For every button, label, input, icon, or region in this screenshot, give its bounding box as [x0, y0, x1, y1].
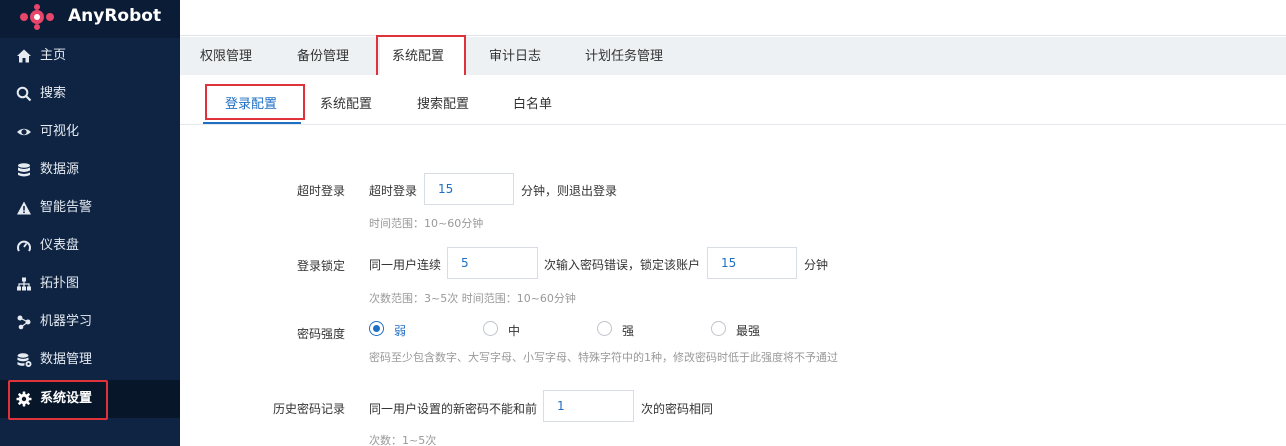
app-name: AnyRobot — [68, 6, 162, 26]
logo[interactable]: AnyRobot — [0, 0, 180, 38]
sidebar-item-datasource[interactable]: 数据源 — [0, 152, 180, 188]
topology-icon — [17, 277, 31, 291]
lock-prefix: 同一用户连续 — [369, 258, 442, 272]
radio-weak-label: 弱 — [394, 324, 407, 338]
sidebar-item-machine-learning[interactable]: 机器学习 — [0, 304, 180, 340]
machine-learning-icon — [17, 315, 31, 330]
strength-hint: 密码至少包含数字、大写字母、小写字母、特殊字符中的1种，修改密码时低于此强度将不… — [369, 351, 838, 364]
sub-tabs: 登录配置 系统配置 搜索配置 白名单 — [180, 75, 1286, 125]
highlight-box-sidebar — [8, 380, 108, 420]
tab-scheduled-tasks[interactable]: 计划任务管理 — [585, 37, 663, 75]
sidebar-item-visualization[interactable]: 可视化 — [0, 114, 180, 150]
search-icon — [16, 86, 32, 102]
top-header — [180, 0, 1286, 36]
sidebar-item-dashboard[interactable]: 仪表盘 — [0, 228, 180, 264]
sidebar-item-label: 数据管理 — [40, 352, 93, 367]
history-count-input[interactable]: 1 — [543, 390, 634, 422]
main-tabs: 权限管理 备份管理 系统配置 审计日志 计划任务管理 — [180, 37, 1286, 75]
eye-icon — [17, 128, 31, 136]
sidebar-item-label: 主页 — [40, 48, 67, 63]
radio-weak[interactable] — [369, 321, 384, 336]
sidebar-item-label: 智能告警 — [40, 200, 93, 215]
subtab-whitelist[interactable]: 白名单 — [513, 93, 552, 112]
active-subtab-indicator — [203, 122, 301, 124]
lock-hint: 次数范围：3~5次 时间范围：10~60分钟 — [369, 292, 576, 305]
home-icon — [17, 49, 31, 63]
lock-suffix: 分钟 — [804, 258, 829, 272]
warning-icon — [17, 201, 31, 215]
timeout-hint: 时间范围：10~60分钟 — [369, 217, 484, 230]
sidebar-item-label: 仪表盘 — [40, 238, 80, 253]
radio-strong-label: 强 — [622, 324, 635, 338]
highlight-box-subtab — [205, 84, 305, 120]
sidebar-item-label: 拓扑图 — [40, 276, 80, 291]
history-label: 历史密码记录 — [272, 402, 345, 416]
sidebar-item-search[interactable]: 搜索 — [0, 76, 180, 112]
sidebar-item-label: 数据源 — [40, 162, 80, 177]
radio-strong[interactable] — [597, 321, 612, 336]
database-icon — [18, 163, 30, 177]
radio-medium-label: 中 — [508, 324, 521, 338]
data-management-icon — [17, 353, 32, 367]
sidebar-item-alerts[interactable]: 智能告警 — [0, 190, 180, 226]
radio-strongest[interactable] — [711, 321, 726, 336]
timeout-label: 超时登录 — [296, 184, 345, 198]
sidebar-item-label: 搜索 — [40, 86, 67, 101]
history-hint: 次数：1~5次 — [369, 434, 437, 446]
history-prefix: 同一用户设置的新密码不能和前 — [369, 402, 538, 416]
sidebar-item-data-management[interactable]: 数据管理 — [0, 342, 180, 378]
lock-middle: 次输入密码错误，锁定该账户 — [544, 258, 701, 272]
timeout-suffix: 分钟，则退出登录 — [521, 184, 618, 198]
lock-attempts-input[interactable]: 5 — [447, 247, 538, 279]
sidebar-item-home[interactable]: 主页 — [0, 38, 180, 74]
radio-strongest-label: 最强 — [736, 324, 761, 338]
tab-permission-management[interactable]: 权限管理 — [200, 37, 252, 75]
sidebar-item-topology[interactable]: 拓扑图 — [0, 266, 180, 302]
sidebar-item-label: 机器学习 — [40, 314, 93, 329]
tab-backup-management[interactable]: 备份管理 — [297, 37, 349, 75]
subtab-system-config[interactable]: 系统配置 — [320, 93, 372, 112]
lock-minutes-input[interactable]: 15 — [707, 247, 797, 279]
sidebar: AnyRobot 主页 搜索 可视化 数据源 智能告警 仪表盘 拓扑图 机器学习… — [0, 0, 180, 446]
strength-label: 密码强度 — [296, 327, 345, 341]
timeout-prefix: 超时登录 — [369, 184, 418, 198]
anyrobot-logo-icon — [20, 4, 54, 30]
sidebar-item-label: 可视化 — [40, 124, 80, 139]
subtab-search-config[interactable]: 搜索配置 — [417, 93, 469, 112]
timeout-minutes-input[interactable]: 15 — [424, 173, 514, 205]
history-suffix: 次的密码相同 — [641, 402, 714, 416]
lock-label: 登录锁定 — [296, 259, 345, 273]
gauge-icon — [17, 240, 31, 252]
radio-medium[interactable] — [483, 321, 498, 336]
tab-audit-log[interactable]: 审计日志 — [489, 37, 541, 75]
